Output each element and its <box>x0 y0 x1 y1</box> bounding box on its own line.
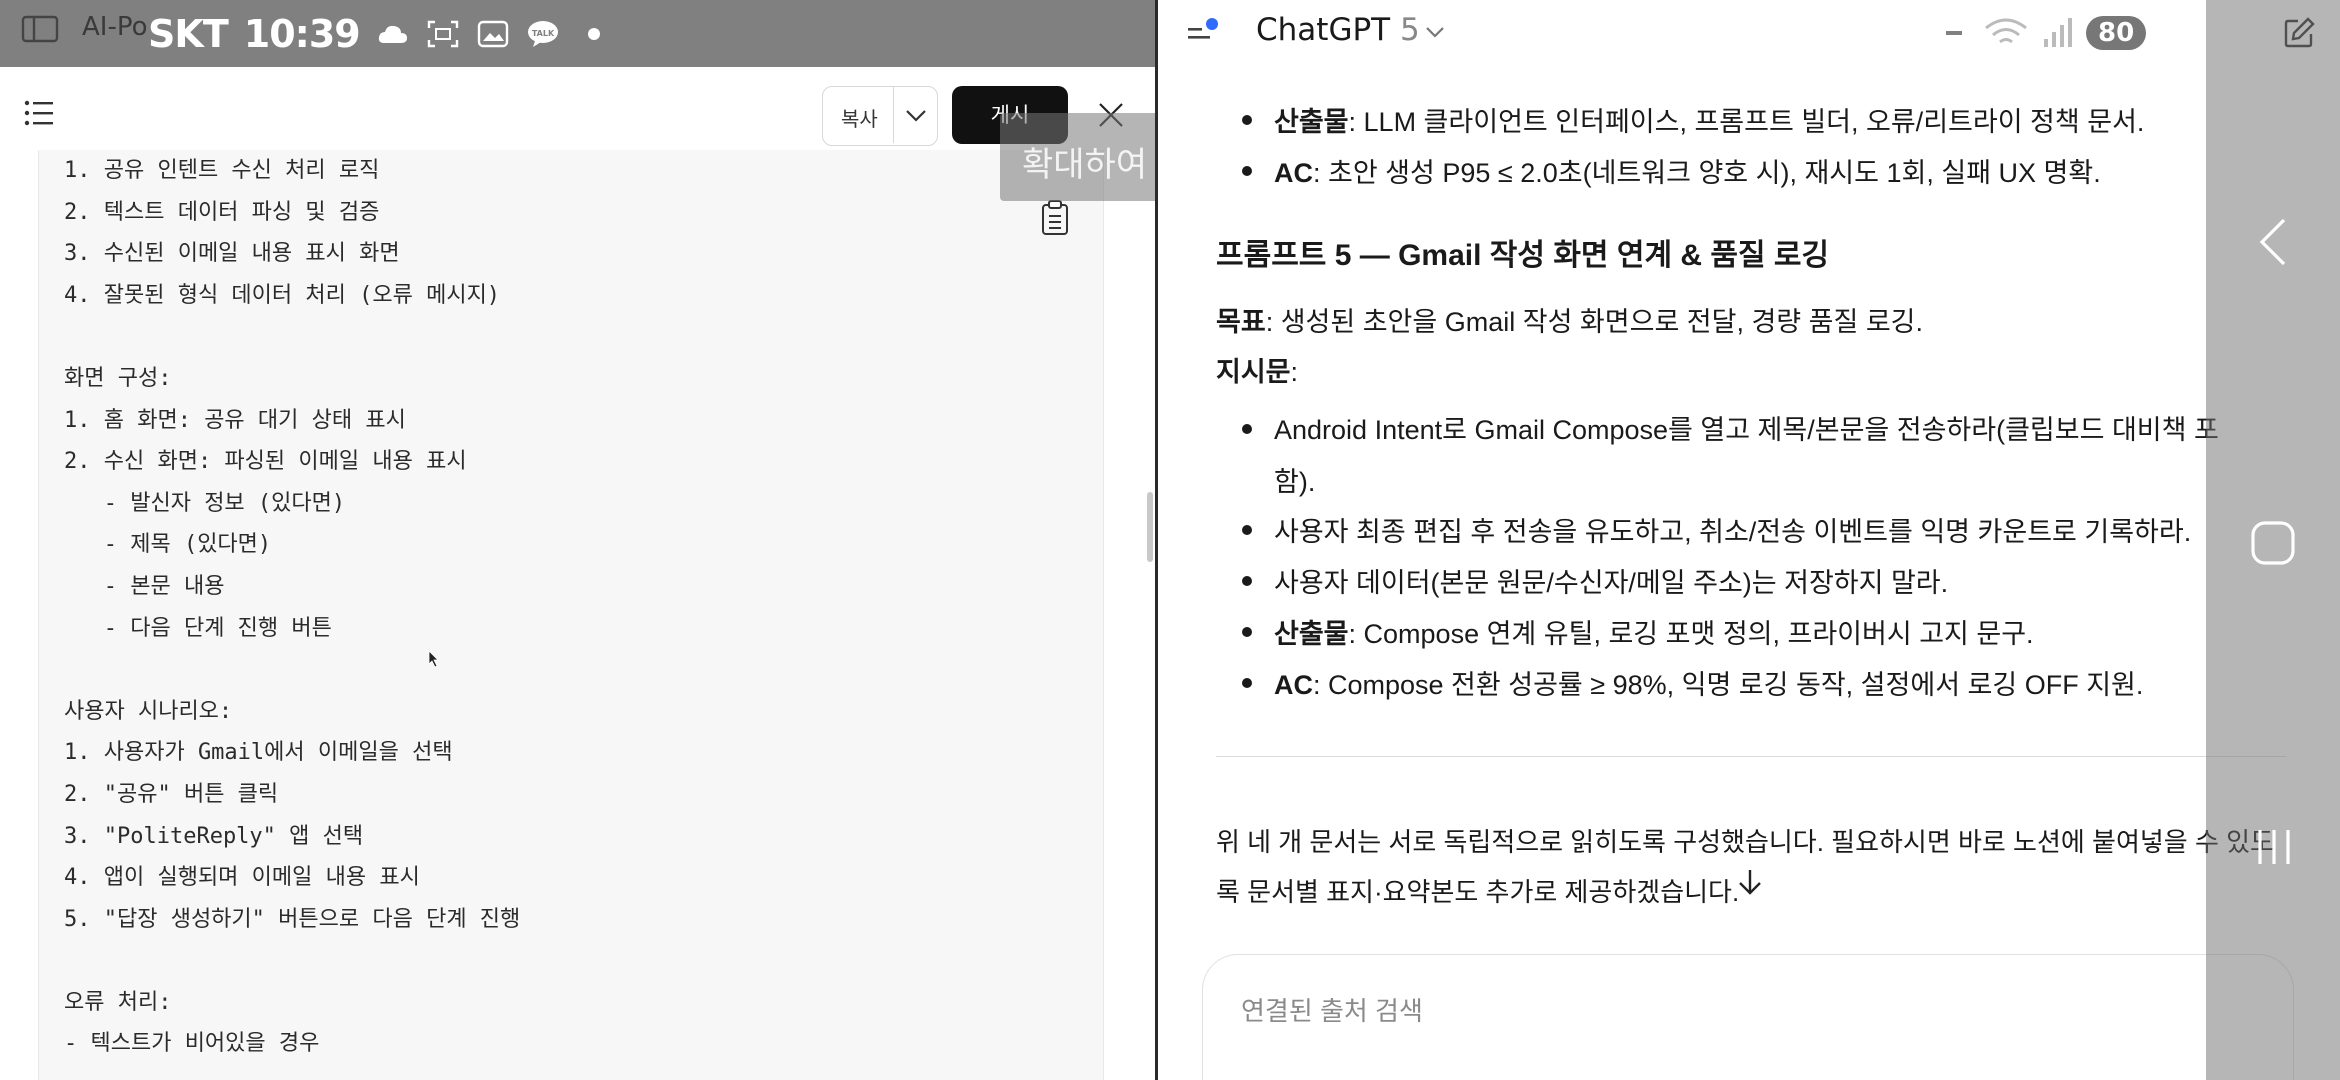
doc-line: 3. "PoliteReply" 앱 선택 <box>64 823 364 849</box>
doc-line: 5. "답장 생성하기" 버튼으로 다음 단계 진행 <box>64 906 521 932</box>
signal-icon <box>2044 18 2072 47</box>
back-icon[interactable] <box>2254 214 2294 270</box>
chat-header: ChatGPT 5 80 <box>1158 0 2340 68</box>
bullet-item: 산출물: LLM 클라이언트 인터페이스, 프롬프트 빌더, 오류/리트라이 정… <box>1274 107 2145 137</box>
bullet-item: 사용자 데이터(본문 원문/수신자/메일 주소)는 저장하지 말라. <box>1274 568 1949 598</box>
doc-line: 화면 구성: <box>64 365 172 391</box>
wifi-icon <box>1985 18 2027 44</box>
talk-badge: TALK <box>532 29 555 38</box>
hamburger-icon[interactable] <box>1186 16 1222 48</box>
talk-icon: TALK <box>527 21 558 47</box>
sidebar-icon[interactable] <box>20 14 60 44</box>
bullet-dot <box>1242 576 1252 586</box>
bullet-dot <box>1242 525 1252 535</box>
doc-line: - 발신자 정보 (있다면) <box>64 490 346 516</box>
cloud-icon <box>378 25 407 43</box>
copy-button-label: 복사 <box>841 107 878 131</box>
screenshot-icon <box>427 20 458 48</box>
doc-line <box>64 316 520 358</box>
doc-line: 1. 사용자가 Gmail에서 이메일을 선택 <box>64 740 453 766</box>
notification-dot <box>587 28 600 40</box>
bullet-item: AC: Compose 전환 성공률 ≥ 98%, 익명 로깅 동작, 설정에서… <box>1274 670 2144 700</box>
arrow-down-icon[interactable] <box>1726 858 1774 906</box>
message-composer[interactable]: 연결된 출처 검색 <box>1202 954 2294 1080</box>
document-text: 1. 공유 인텐트 수신 처리 로직 2. 텍스트 데이터 파싱 및 검증 3. 수… <box>64 150 520 1065</box>
left-pane: 1. 공유 인텐트 수신 처리 로직 2. 텍스트 데이터 파싱 및 검증 3. 수… <box>0 0 1155 1080</box>
home-icon[interactable] <box>2250 520 2296 566</box>
bullet-dot <box>1242 115 1252 125</box>
doc-line: - 제목 (있다면) <box>64 532 272 558</box>
instructions-label: 지시문: <box>1216 357 1299 387</box>
chevron-down-icon[interactable] <box>1424 20 1446 44</box>
doc-line: 4. 앱이 실행되며 이메일 내용 표시 <box>64 865 420 891</box>
composer-placeholder: 연결된 출처 검색 <box>1241 996 1423 1026</box>
bullet-dot <box>1242 627 1252 637</box>
doc-line: 오류 처리: <box>64 989 172 1015</box>
recents-icon[interactable] <box>2254 826 2294 868</box>
doc-line: 4. 잘못된 형식 데이터 처리 (오류 메시지) <box>64 282 501 308</box>
section-heading: 프롬프트 5 — Gmail 작성 화면 연계 & 품질 로깅 <box>1216 239 1830 272</box>
bullet-item: AC: 초안 생성 P95 ≤ 2.0초(네트워크 양호 시), 재시도 1회,… <box>1274 158 2101 188</box>
section-divider <box>1216 756 2286 757</box>
bullet-item-cont: 함). <box>1274 467 1316 497</box>
doc-line: - 본문 내용 <box>64 573 225 599</box>
doc-line: 사용자 시나리오: <box>64 698 233 724</box>
toast-popup: 확대하여 화면 채움 <box>1000 113 1155 201</box>
bullet-dot <box>1242 678 1252 688</box>
right-pane: 산출물: LLM 클라이언트 인터페이스, 프롬프트 빌더, 오류/리트라이 정… <box>1158 0 2340 1080</box>
doc-line: 1. 홈 화면: 공유 대기 상태 표시 <box>64 407 406 433</box>
closing-text-cont: 록 문서별 표지·요약본도 추가로 제공하겠습니다. <box>1216 877 1740 907</box>
tab-title: AI-Po <box>82 12 148 42</box>
doc-line <box>64 940 520 982</box>
bullet-item: 산출물: Compose 연계 유틸, 로깅 포맷 정의, 프라이버시 고지 문… <box>1274 619 2034 649</box>
outline-icon[interactable] <box>24 100 54 126</box>
doc-line <box>64 649 520 691</box>
app-title[interactable]: ChatGPT 5 <box>1256 12 1420 48</box>
mouse-cursor-icon <box>428 650 439 668</box>
bullet-item: Android Intent로 Gmail Compose를 열고 제목/본문을… <box>1274 415 2219 445</box>
closing-text: 위 네 개 문서는 서로 독립적으로 읽히도록 구성했습니다. 필요하시면 바로… <box>1216 827 2274 857</box>
doc-line: 2. 텍스트 데이터 파싱 및 검증 <box>64 199 380 225</box>
clock: 10:39 <box>243 12 361 56</box>
status-bar-right: 80 <box>1938 8 2147 58</box>
toast-text: 확대하여 화면 채움 <box>1022 145 1155 185</box>
bullet-item: 사용자 최종 편집 후 전송을 유도하고, 취소/전송 이벤트를 익명 카운트로… <box>1274 517 2192 547</box>
bullet-dot <box>1242 424 1252 434</box>
gallery-icon <box>477 20 508 48</box>
clipboard-icon[interactable] <box>1040 200 1070 236</box>
goal-line: 목표: 생성된 초안을 Gmail 작성 화면으로 전달, 경량 품질 로깅. <box>1216 307 1924 337</box>
copy-button[interactable]: 복사 <box>822 86 938 146</box>
doc-line: 2. "공유" 버튼 클릭 <box>64 781 279 807</box>
doc-line: - 텍스트가 비어있을 경우 <box>64 1031 320 1057</box>
bullet-dot <box>1242 166 1252 176</box>
copy-button-divider <box>893 87 894 143</box>
status-bar-left: SKT 10:39 TALK <box>148 6 600 62</box>
split-drag-handle[interactable] <box>1147 492 1153 562</box>
doc-line: 2. 수신 화면: 파싱된 이메일 내용 표시 <box>64 449 467 475</box>
doc-line: - 다음 단계 진행 버튼 <box>64 615 332 641</box>
chevron-down-icon[interactable] <box>903 101 929 129</box>
mute-icon <box>1938 17 1970 49</box>
battery-indicator: 80 <box>2086 16 2147 50</box>
doc-line: 3. 수신된 이메일 내용 표시 화면 <box>64 241 400 267</box>
carrier-label: SKT <box>148 12 229 56</box>
